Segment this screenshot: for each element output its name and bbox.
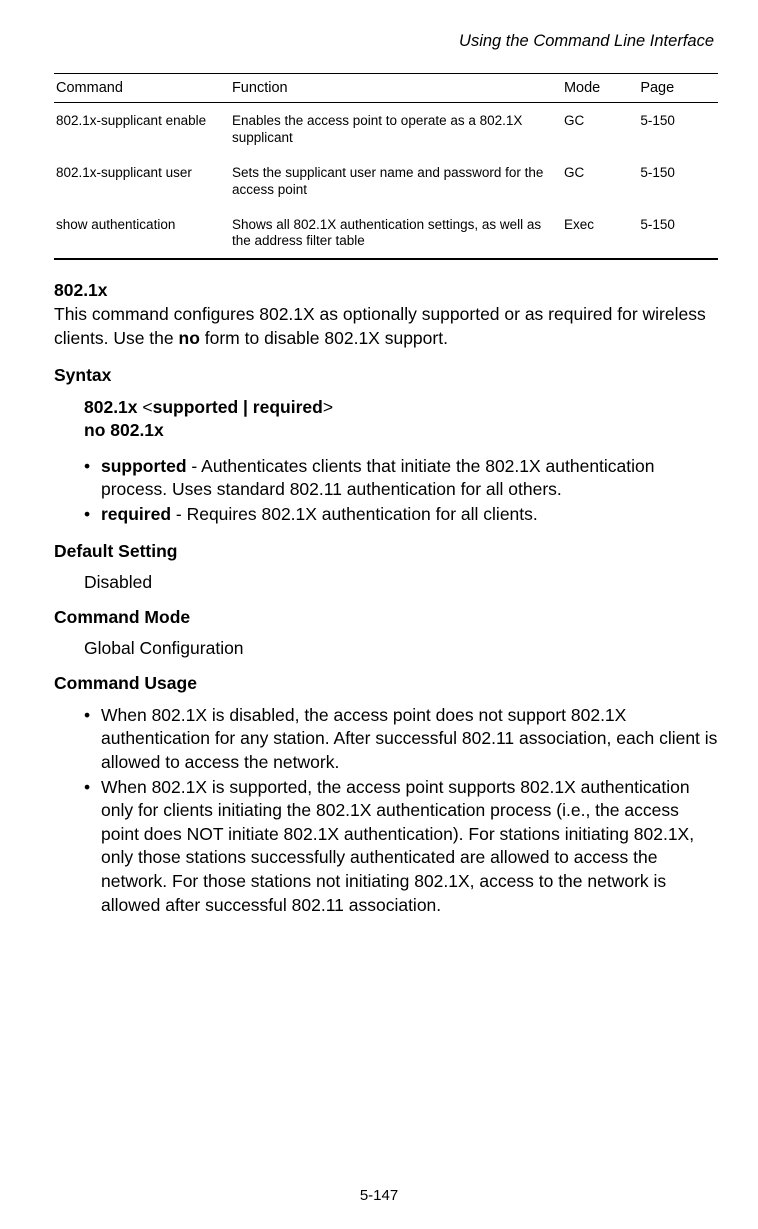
header-command: Command — [54, 74, 230, 103]
bullet-item: • supported - Authenticates clients that… — [84, 455, 718, 502]
page-header-title: Using the Command Line Interface — [54, 32, 718, 51]
bullet-marker: • — [84, 704, 99, 775]
cell-mode: GC — [562, 103, 638, 155]
table-row: show authentication Shows all 802.1X aut… — [54, 207, 718, 260]
bullet-item: • When 802.1X is supported, the access p… — [84, 776, 718, 918]
bullet-content: When 802.1X is supported, the access poi… — [101, 776, 718, 918]
bullet-item: • When 802.1X is disabled, the access po… — [84, 704, 718, 775]
syntax-mid: < — [138, 397, 153, 417]
syntax-line-1: 802.1x <supported | required> — [84, 396, 718, 420]
cell-page: 5-150 — [638, 207, 718, 260]
section-intro: This command configures 802.1X as option… — [54, 303, 718, 350]
syntax-block: 802.1x <supported | required> no 802.1x — [84, 396, 718, 443]
cell-mode: GC — [562, 155, 638, 207]
cell-command: show authentication — [54, 207, 230, 260]
syntax-bullets: • supported - Authenticates clients that… — [84, 455, 718, 527]
default-setting-heading: Default Setting — [54, 541, 718, 562]
bullet-bold: supported — [101, 456, 187, 476]
syntax-line-2: no 802.1x — [84, 419, 718, 443]
command-table: Command Function Mode Page 802.1x-suppli… — [54, 73, 718, 260]
cell-function: Enables the access point to operate as a… — [230, 103, 562, 155]
section-title: 802.1x — [54, 280, 718, 301]
header-function: Function — [230, 74, 562, 103]
bullet-marker: • — [84, 455, 99, 502]
syntax-bold2: supported | required — [153, 397, 323, 417]
bullet-content: supported - Authenticates clients that i… — [101, 455, 718, 502]
cell-page: 5-150 — [638, 155, 718, 207]
bullet-marker: • — [84, 503, 99, 527]
default-setting-value: Disabled — [84, 572, 718, 593]
command-usage-heading: Command Usage — [54, 673, 718, 694]
cell-command: 802.1x-supplicant enable — [54, 103, 230, 155]
table-row: 802.1x-supplicant enable Enables the acc… — [54, 103, 718, 155]
cell-function: Shows all 802.1X authentication settings… — [230, 207, 562, 260]
command-mode-value: Global Configuration — [84, 638, 718, 659]
cell-mode: Exec — [562, 207, 638, 260]
syntax-heading: Syntax — [54, 365, 718, 386]
command-mode-heading: Command Mode — [54, 607, 718, 628]
header-mode: Mode — [562, 74, 638, 103]
intro-text-no: no — [179, 328, 200, 348]
header-page: Page — [638, 74, 718, 103]
syntax-bold1: 802.1x — [84, 397, 138, 417]
cell-function: Sets the supplicant user name and passwo… — [230, 155, 562, 207]
bullet-text: - Requires 802.1X authentication for all… — [171, 504, 538, 524]
bullet-content: When 802.1X is disabled, the access poin… — [101, 704, 718, 775]
table-header-row: Command Function Mode Page — [54, 74, 718, 103]
intro-text-after: form to disable 802.1X support. — [200, 328, 448, 348]
syntax-end: > — [323, 397, 333, 417]
table-row: 802.1x-supplicant user Sets the supplica… — [54, 155, 718, 207]
page-number: 5-147 — [0, 1187, 758, 1204]
cell-page: 5-150 — [638, 103, 718, 155]
bullet-bold: required — [101, 504, 171, 524]
bullet-content: required - Requires 802.1X authenticatio… — [101, 503, 718, 527]
bullet-item: • required - Requires 802.1X authenticat… — [84, 503, 718, 527]
cell-command: 802.1x-supplicant user — [54, 155, 230, 207]
bullet-marker: • — [84, 776, 99, 918]
usage-bullets: • When 802.1X is disabled, the access po… — [84, 704, 718, 918]
